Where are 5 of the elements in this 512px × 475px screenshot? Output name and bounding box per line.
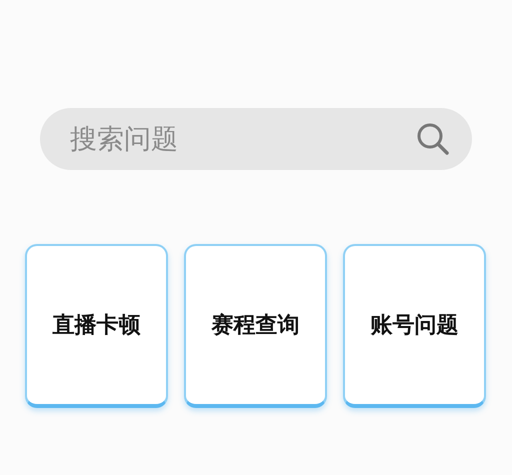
question-card[interactable]: 账号问题 [343,244,486,408]
search-field[interactable]: 搜索问题 [40,108,472,170]
question-card[interactable]: 赛程查询 [184,244,327,408]
question-card[interactable]: 直播卡顿 [25,244,168,408]
search-icon[interactable] [416,122,450,156]
